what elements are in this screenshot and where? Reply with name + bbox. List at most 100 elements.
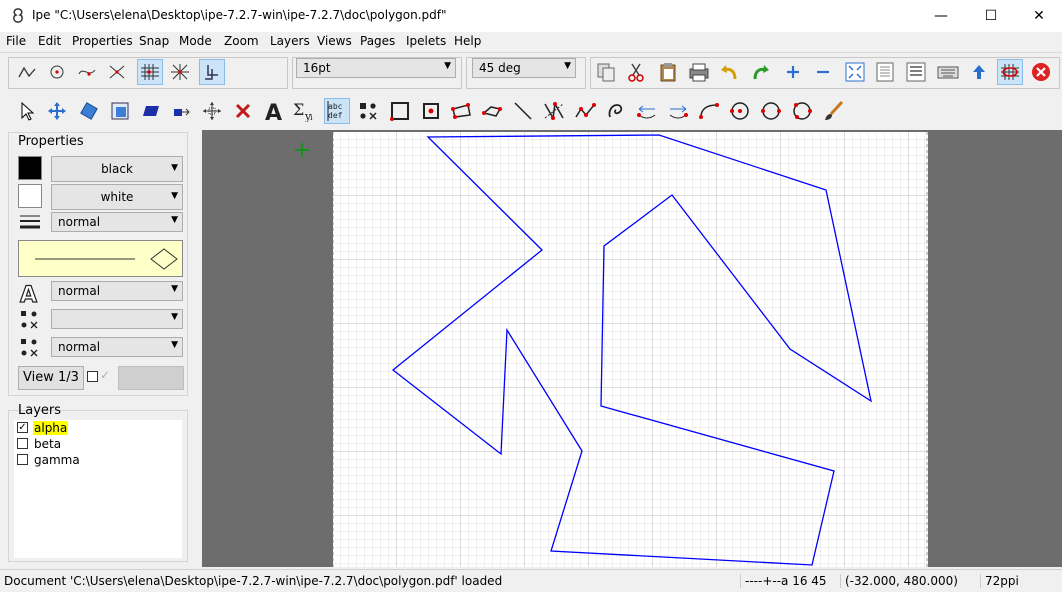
stroke-color-swatch[interactable] — [18, 156, 42, 180]
view-checkmark-icon: ✓ — [100, 368, 111, 382]
svg-text:Σ: Σ — [293, 100, 304, 119]
menu-layers[interactable]: Layers — [270, 34, 310, 48]
grid-size-value: 16pt — [303, 61, 331, 75]
fill-color-swatch[interactable] — [18, 184, 42, 208]
stroke-color-select[interactable]: black ▼ — [51, 156, 183, 182]
print-icon[interactable] — [686, 59, 712, 85]
layer-alpha-checkbox[interactable]: ✓ — [17, 422, 28, 433]
pen-width-value: normal — [58, 215, 101, 229]
menu-snap[interactable]: Snap — [139, 34, 169, 48]
menu-zoom[interactable]: Zoom — [224, 34, 259, 48]
layer-beta[interactable]: beta — [34, 437, 61, 451]
menu-views[interactable]: Views — [317, 34, 352, 48]
mark-size-value: normal — [58, 340, 101, 354]
arc-cw-icon[interactable] — [634, 98, 660, 124]
grid-toggle-icon[interactable] — [997, 59, 1023, 85]
layer-alpha[interactable]: alpha — [33, 421, 69, 435]
layer-gamma-checkbox[interactable] — [17, 454, 28, 465]
stretch-icon[interactable] — [107, 98, 133, 124]
svg-text:abc: abc — [328, 102, 343, 111]
layer-gamma[interactable]: gamma — [34, 453, 80, 467]
paragraph-icon[interactable]: abc def — [324, 98, 350, 124]
paste-icon[interactable] — [655, 59, 681, 85]
fit-width-icon[interactable] — [872, 59, 898, 85]
mark-size-select[interactable]: normal ▼ — [51, 337, 183, 357]
mark-icon[interactable] — [355, 98, 381, 124]
arc-icon[interactable] — [696, 98, 722, 124]
pen-width-icon — [20, 215, 40, 229]
page-list-icon[interactable] — [903, 59, 929, 85]
menu-file[interactable]: File — [6, 34, 26, 48]
fill-color-value: white — [100, 190, 134, 204]
minimize-button[interactable]: — — [918, 0, 964, 32]
close-button[interactable]: ✕ — [1016, 0, 1062, 32]
box-icon[interactable] — [418, 98, 444, 124]
fit-page-icon[interactable] — [842, 59, 868, 85]
rotate-icon[interactable] — [76, 98, 102, 124]
layer-beta-checkbox[interactable] — [17, 438, 28, 449]
rectangle-icon[interactable] — [387, 98, 413, 124]
snap-boundary-icon[interactable] — [74, 59, 100, 85]
ink-icon[interactable] — [603, 98, 629, 124]
line-icon[interactable] — [510, 98, 536, 124]
zoom-out-icon[interactable] — [810, 59, 836, 85]
arc-ccw-icon[interactable] — [665, 98, 691, 124]
page-canvas[interactable] — [332, 132, 928, 567]
translate-icon[interactable] — [44, 98, 70, 124]
graph-icon[interactable] — [168, 98, 194, 124]
view-color-field — [118, 366, 184, 390]
snap-center-icon[interactable] — [44, 59, 70, 85]
circle-three-points-icon[interactable] — [789, 98, 815, 124]
properties-title: Properties — [18, 134, 84, 149]
polyline-icon[interactable] — [541, 98, 567, 124]
svg-text:def: def — [328, 111, 343, 120]
zoom-in-icon[interactable] — [780, 59, 806, 85]
snap-autoangle-icon[interactable] — [199, 59, 225, 85]
snap-intersection-icon[interactable] — [104, 59, 130, 85]
cut-icon[interactable] — [623, 59, 649, 85]
arrow-up-icon[interactable] — [966, 59, 992, 85]
closed-polyline-icon[interactable] — [479, 98, 505, 124]
chevron-down-icon: ▼ — [444, 61, 451, 71]
grid-size-select[interactable]: 16pt ▼ — [296, 58, 456, 78]
menu-properties[interactable]: Properties — [72, 34, 133, 48]
redo-icon[interactable] — [748, 59, 774, 85]
spline-icon[interactable] — [572, 98, 598, 124]
menu-pages[interactable]: Pages — [360, 34, 395, 48]
angle-size-select[interactable]: 45 deg ▼ — [472, 58, 576, 78]
menu-help[interactable]: Help — [454, 34, 481, 48]
select-arrow-icon[interactable] — [14, 98, 40, 124]
pan-icon[interactable] — [199, 98, 225, 124]
polygon-icon[interactable] — [448, 98, 474, 124]
status-message: Document 'C:\Users\elena\Desktop\ipe-7.2… — [4, 574, 503, 588]
menu-ipelets[interactable]: Ipelets — [406, 34, 446, 48]
svg-text:A: A — [20, 283, 37, 305]
snap-grid-icon[interactable] — [137, 59, 163, 85]
undo-icon[interactable] — [716, 59, 742, 85]
view-button[interactable]: View 1/3 — [18, 366, 84, 390]
path-style-preview[interactable] — [18, 240, 183, 277]
snap-vertex-icon[interactable] — [14, 59, 40, 85]
view-checkbox[interactable] — [87, 371, 98, 382]
brush-icon[interactable] — [820, 98, 846, 124]
menu-edit[interactable]: Edit — [38, 34, 61, 48]
pen-width-select[interactable]: normal ▼ — [51, 212, 183, 232]
copy-icon[interactable] — [593, 59, 619, 85]
menu-mode[interactable]: Mode — [179, 34, 212, 48]
fill-color-select[interactable]: white ▼ — [51, 184, 183, 210]
svg-text:A: A — [265, 101, 282, 122]
stop-icon[interactable] — [1028, 59, 1054, 85]
resolution-readout: 72ppi — [980, 574, 1019, 588]
text-label-icon[interactable]: A — [262, 98, 288, 124]
keyboard-icon[interactable] — [935, 59, 961, 85]
math-formula-icon[interactable]: Σyi — [292, 98, 318, 124]
circle-center-icon[interactable] — [727, 98, 753, 124]
delete-icon[interactable] — [230, 98, 256, 124]
shear-icon[interactable] — [138, 98, 164, 124]
maximize-button[interactable]: ☐ — [968, 0, 1014, 32]
text-size-select[interactable]: normal ▼ — [51, 281, 183, 301]
snap-angle-icon[interactable] — [167, 59, 193, 85]
mark-shape-select[interactable]: ▼ — [51, 309, 183, 329]
circle-diameter-icon[interactable] — [758, 98, 784, 124]
window-title: Ipe "C:\Users\elena\Desktop\ipe-7.2.7-wi… — [32, 8, 447, 22]
